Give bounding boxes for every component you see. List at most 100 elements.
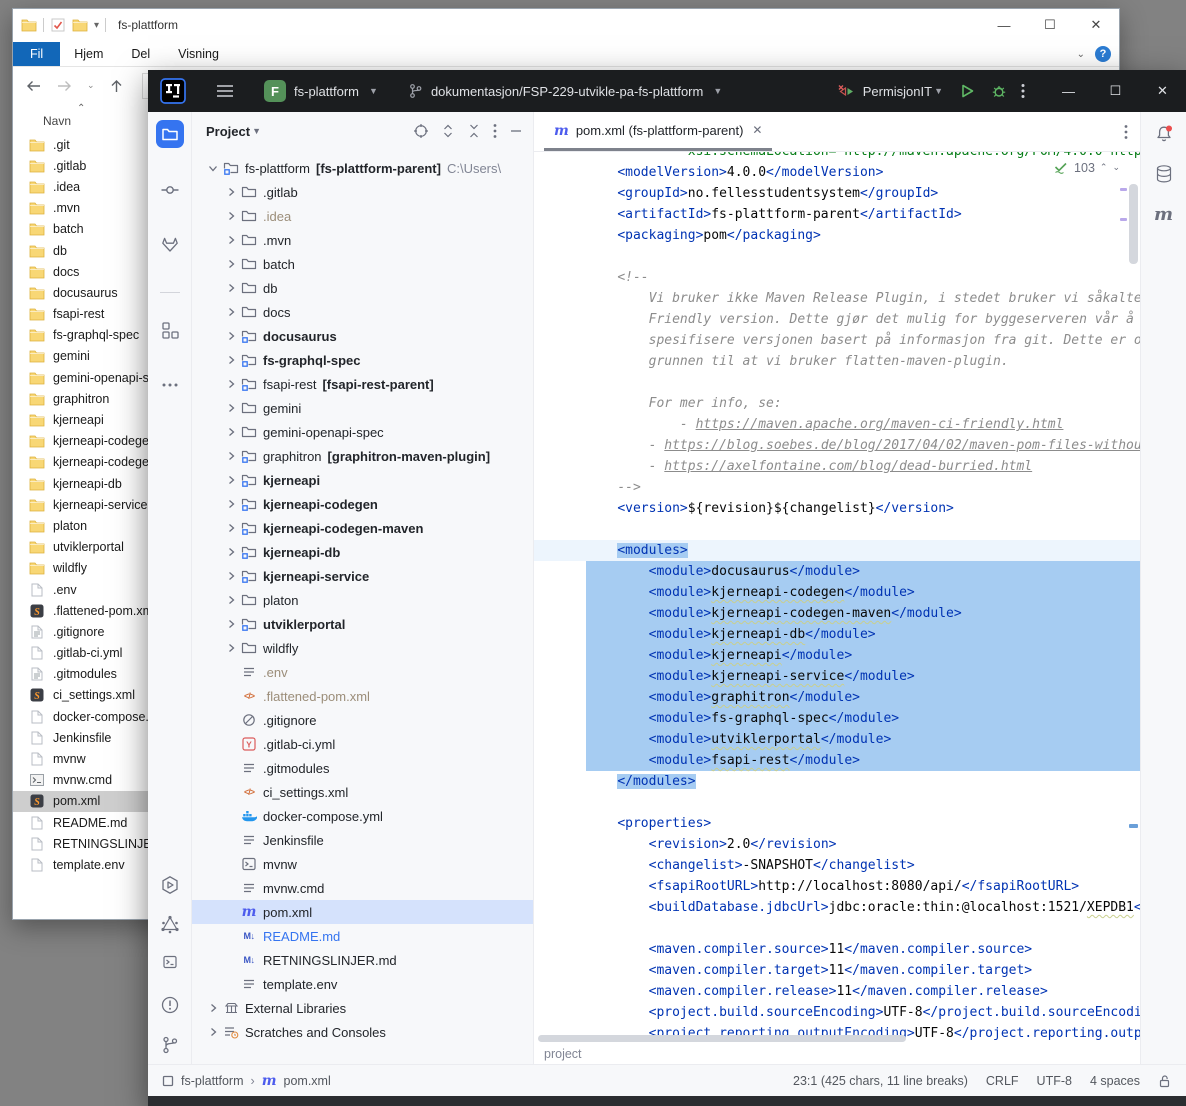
- tree-item-graphitron[interactable]: graphitron[graphitron-maven-plugin]: [192, 444, 533, 468]
- project-panel-title[interactable]: Project: [206, 124, 250, 139]
- debug-icon[interactable]: [991, 83, 1007, 99]
- explorer-item-batch[interactable]: batch: [13, 219, 159, 240]
- project-chevron-icon[interactable]: ▼: [369, 86, 378, 96]
- project-icon[interactable]: [156, 120, 184, 148]
- gitlab-icon[interactable]: [160, 235, 180, 255]
- explorer-item-docs[interactable]: docs: [13, 261, 159, 282]
- tree-item-docusaurus[interactable]: docusaurus: [192, 324, 533, 348]
- tree-item-jenkinsfile[interactable]: Jenkinsfile: [192, 828, 533, 852]
- project-view-chevron-icon[interactable]: ▼: [252, 126, 261, 136]
- explorer-item-platon[interactable]: platon: [13, 515, 159, 536]
- main-menu-icon[interactable]: [216, 84, 234, 98]
- collapse-ribbon-icon[interactable]: ⌄: [1077, 49, 1085, 60]
- close-icon[interactable]: ✕: [1073, 9, 1119, 41]
- tree-item-kjerneapi-codegen-maven[interactable]: kjerneapi-codegen-maven: [192, 516, 533, 540]
- database-icon[interactable]: [1155, 164, 1173, 184]
- editor-tab-pom[interactable]: m pom.xml (fs-plattform-parent) ✕: [544, 112, 772, 151]
- chevron-right-icon[interactable]: [222, 234, 240, 246]
- inspections-widget[interactable]: 103 ⌃ ⌄: [1049, 158, 1124, 177]
- caret-position-widget[interactable]: 23:1 (425 chars, 11 line breaks): [793, 1074, 968, 1088]
- explorer-item--flattened-pom-xml[interactable]: S.flattened-pom.xml: [13, 600, 159, 621]
- chevron-right-icon[interactable]: [222, 306, 240, 318]
- explorer-item-utviklerportal[interactable]: utviklerportal: [13, 537, 159, 558]
- chevron-right-icon[interactable]: [204, 1002, 222, 1014]
- lock-open-icon[interactable]: [1158, 1074, 1172, 1088]
- tree-item--gitlab[interactable]: .gitlab: [192, 180, 533, 204]
- git-icon[interactable]: [160, 1035, 180, 1055]
- recent-chevron-icon[interactable]: ⌄: [87, 80, 95, 91]
- tree-item-wildfly[interactable]: wildfly: [192, 636, 533, 660]
- vertical-scrollbar[interactable]: [1129, 184, 1138, 264]
- explorer-item-jenkinsfile[interactable]: Jenkinsfile: [13, 727, 159, 748]
- explorer-item-kjerneapi-db[interactable]: kjerneapi-db: [13, 473, 159, 494]
- explorer-item--mvn[interactable]: .mvn: [13, 198, 159, 219]
- indent-widget[interactable]: 4 spaces: [1090, 1074, 1140, 1088]
- explorer-item-kjerneapi-codegen[interactable]: kjerneapi-codegen: [13, 431, 159, 452]
- chevron-right-icon[interactable]: [222, 522, 240, 534]
- back-icon[interactable]: [25, 78, 42, 94]
- chevron-right-icon[interactable]: [222, 258, 240, 270]
- locate-file-icon[interactable]: [413, 123, 429, 139]
- explorer-item-kjerneapi-codege-[interactable]: kjerneapi-codege...: [13, 452, 159, 473]
- chevron-right-icon[interactable]: [222, 282, 240, 294]
- explorer-item-ci-settings-xml[interactable]: Sci_settings.xml: [13, 685, 159, 706]
- forward-icon[interactable]: [56, 78, 73, 94]
- chevron-right-icon[interactable]: [222, 618, 240, 630]
- more-icon[interactable]: [160, 375, 180, 395]
- services-icon[interactable]: [160, 875, 180, 895]
- chevron-right-icon[interactable]: [222, 474, 240, 486]
- tree-item-retningslinjer-md[interactable]: M↓RETNINGSLINJER.md: [192, 948, 533, 972]
- chevron-right-icon[interactable]: [222, 642, 240, 654]
- explorer-item-pom-xml[interactable]: Spom.xml: [13, 791, 159, 812]
- chevron-right-icon[interactable]: [222, 498, 240, 510]
- tree-item--mvn[interactable]: .mvn: [192, 228, 533, 252]
- collapse-all-icon[interactable]: [467, 123, 481, 139]
- tree-item--idea[interactable]: .idea: [192, 204, 533, 228]
- status-file[interactable]: pom.xml: [284, 1074, 331, 1088]
- explorer-item--env[interactable]: .env: [13, 579, 159, 600]
- graphql-icon[interactable]: [160, 915, 180, 935]
- tree-item-external-libraries[interactable]: External Libraries: [192, 996, 533, 1020]
- editor-options-icon[interactable]: [1124, 124, 1128, 140]
- tree-item-docs[interactable]: docs: [192, 300, 533, 324]
- run-icon[interactable]: [959, 83, 975, 99]
- run-config-icon[interactable]: [837, 84, 856, 99]
- tree-item-ci-settings-xml[interactable]: </>ci_settings.xml: [192, 780, 533, 804]
- tree-item-template-env[interactable]: template.env: [192, 972, 533, 996]
- ide-close-icon[interactable]: ✕: [1139, 70, 1186, 112]
- branch-chevron-icon[interactable]: ▼: [713, 86, 722, 96]
- status-project[interactable]: fs-plattform: [181, 1074, 244, 1088]
- explorer-item-fs-graphql-spec[interactable]: fs-graphql-spec: [13, 325, 159, 346]
- explorer-item-docusaurus[interactable]: docusaurus: [13, 282, 159, 303]
- tree-item-fs-plattform[interactable]: fs-plattform[fs-plattform-parent]C:\User…: [192, 156, 533, 180]
- tree-item-gemini[interactable]: gemini: [192, 396, 533, 420]
- sort-ascending-icon[interactable]: ⌃: [77, 103, 85, 114]
- run-config-widget[interactable]: PermisjonIT: [863, 84, 932, 99]
- ide-maximize-icon[interactable]: ☐: [1092, 70, 1139, 112]
- structure-icon[interactable]: [160, 320, 180, 340]
- chevron-right-icon[interactable]: [222, 186, 240, 198]
- chevron-right-icon[interactable]: [222, 402, 240, 414]
- minimize-icon[interactable]: —: [981, 9, 1027, 41]
- problems-icon[interactable]: [160, 995, 180, 1015]
- tree-item-mvnw-cmd[interactable]: mvnw.cmd: [192, 876, 533, 900]
- explorer-item-template-env[interactable]: template.env: [13, 854, 159, 875]
- tree-item-fsapi-rest[interactable]: fsapi-rest[fsapi-rest-parent]: [192, 372, 533, 396]
- tree-item--flattened-pom-xml[interactable]: </>.flattened-pom.xml: [192, 684, 533, 708]
- terminal-icon[interactable]: [163, 955, 177, 969]
- tree-item-fs-graphql-spec[interactable]: fs-graphql-spec: [192, 348, 533, 372]
- tree-item-platon[interactable]: platon: [192, 588, 533, 612]
- ribbon-tab-hjem[interactable]: Hjem: [60, 42, 117, 66]
- explorer-item-mvnw[interactable]: mvnw: [13, 748, 159, 769]
- tree-item-gemini-openapi-spec[interactable]: gemini-openapi-spec: [192, 420, 533, 444]
- explorer-item-readme-md[interactable]: README.md: [13, 812, 159, 833]
- run-config-chevron-icon[interactable]: ▼: [934, 86, 943, 96]
- project-badge-icon[interactable]: F: [264, 80, 286, 102]
- tree-item-readme-md[interactable]: M↓README.md: [192, 924, 533, 948]
- explorer-item--gitmodules[interactable]: .gitmodules: [13, 664, 159, 685]
- explorer-item--git[interactable]: .git: [13, 134, 159, 155]
- tree-item-scratches-and-consoles[interactable]: Scratches and Consoles: [192, 1020, 533, 1044]
- quick-access-chevron-icon[interactable]: ▾: [94, 20, 99, 31]
- tree-item--gitmodules[interactable]: .gitmodules: [192, 756, 533, 780]
- tree-item-docker-compose-yml[interactable]: docker-compose.yml: [192, 804, 533, 828]
